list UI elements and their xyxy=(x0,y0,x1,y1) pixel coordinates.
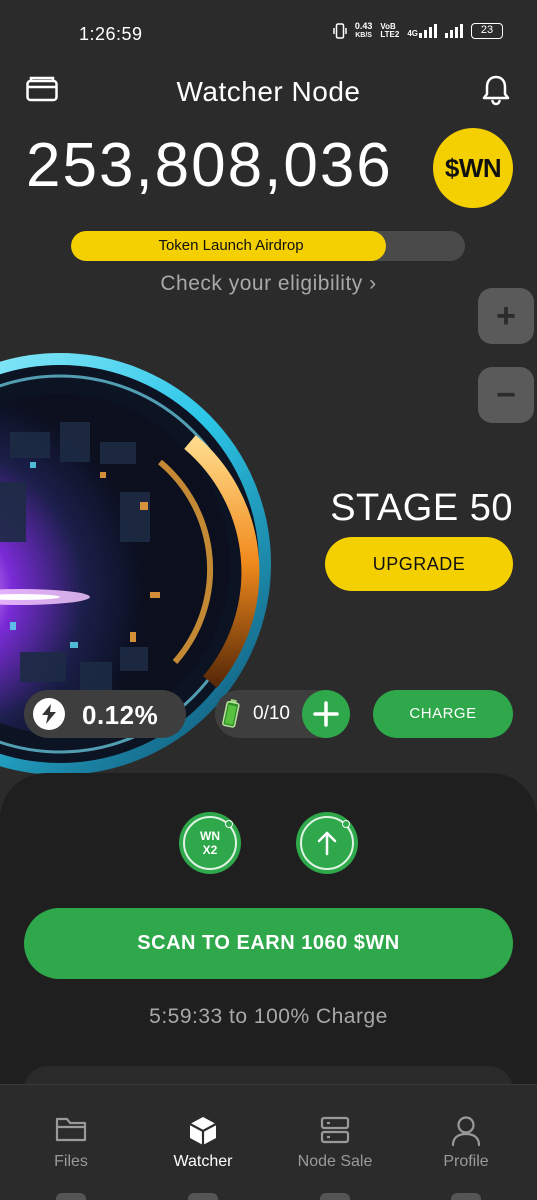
plus-icon: + xyxy=(496,296,516,335)
nav-ghost xyxy=(320,1193,350,1200)
bottom-nav: Files Watcher Node Sale Profile xyxy=(0,1084,537,1200)
zoom-out-button[interactable]: − xyxy=(478,367,534,423)
nav-item-node-sale[interactable]: Node Sale xyxy=(268,1085,402,1200)
volte-bottom: LTE2 xyxy=(380,30,400,39)
nav-item-watcher[interactable]: Watcher xyxy=(136,1085,270,1200)
user-icon xyxy=(451,1116,481,1147)
status-indicators: 0.43 KB/S VoB LTE2 4G 23 xyxy=(333,22,503,40)
plus-icon xyxy=(313,701,339,727)
app-header: Watcher Node xyxy=(0,66,537,116)
volte-indicator: VoB LTE2 xyxy=(380,23,399,39)
minus-icon: − xyxy=(496,375,516,414)
upgrade-button[interactable]: UPGRADE xyxy=(325,537,513,591)
folder-icon xyxy=(55,1117,87,1142)
airdrop-label: Token Launch Airdrop xyxy=(158,237,304,254)
network-type: 4G xyxy=(407,29,418,38)
nav-label-node-sale: Node Sale xyxy=(297,1153,373,1170)
wn-x2-line1: WN xyxy=(200,829,220,843)
cube-icon xyxy=(189,1117,217,1145)
nav-ghost xyxy=(451,1193,481,1200)
net-speed-unit: KB/S xyxy=(355,32,372,39)
nav-ghost xyxy=(188,1193,218,1200)
wn-x2-boost-button[interactable]: WN X2 xyxy=(179,812,241,874)
battery-indicator: 23 xyxy=(471,23,503,39)
zoom-in-button[interactable]: + xyxy=(478,288,534,344)
wn-x2-line2: X2 xyxy=(202,843,218,857)
nav-label-watcher: Watcher xyxy=(173,1153,233,1170)
battery-icon xyxy=(222,698,246,735)
status-time: 1:26:59 xyxy=(79,24,143,44)
vibrate-icon xyxy=(333,23,347,39)
arrow-up-icon xyxy=(317,831,337,856)
bell-icon[interactable] xyxy=(481,74,511,111)
scan-to-earn-button[interactable]: SCAN TO EARN 1060 $WN xyxy=(24,908,513,979)
nav-label-profile: Profile xyxy=(443,1153,489,1170)
signal-bars-1 xyxy=(419,24,437,38)
wn-x2-label: WN X2 xyxy=(200,829,220,857)
nav-label-files: Files xyxy=(54,1153,88,1170)
mining-rate-value: 0.12% xyxy=(82,700,159,730)
signal-4g: 4G xyxy=(407,24,437,38)
wn-coin-icon: $WN xyxy=(433,128,513,208)
mining-rate-pill: 0.12% xyxy=(24,690,186,738)
server-icon xyxy=(320,1116,350,1144)
boost-notification-dot xyxy=(225,820,233,828)
charge-timer: 5:59:33 to 100% Charge xyxy=(149,1005,388,1028)
net-speed-value: 0.43 xyxy=(354,21,373,31)
battery-pill: 0/10 xyxy=(215,690,350,738)
upgrade-boost-button[interactable] xyxy=(296,812,358,874)
battery-count: 0/10 xyxy=(253,703,290,724)
page-title: Watcher Node xyxy=(176,76,361,107)
stage-label: STAGE 50 xyxy=(330,487,513,529)
token-symbol: $WN xyxy=(444,152,502,183)
add-battery-button[interactable] xyxy=(302,690,350,738)
token-balance: 253,808,036 xyxy=(26,131,393,200)
check-eligibility-link[interactable]: Check your eligibility › xyxy=(0,272,537,296)
nav-item-profile[interactable]: Profile xyxy=(399,1085,533,1200)
boost-notification-dot xyxy=(342,820,350,828)
signal-bars-2 xyxy=(445,24,463,38)
bolt-icon xyxy=(33,698,65,730)
status-bar: 1:26:59 0.43 KB/S VoB LTE2 4G 23 xyxy=(0,0,537,64)
nav-ghost xyxy=(56,1193,86,1200)
charge-button[interactable]: CHARGE xyxy=(373,690,513,738)
nav-item-files[interactable]: Files xyxy=(4,1085,138,1200)
net-speed: 0.43 KB/S xyxy=(355,22,373,40)
